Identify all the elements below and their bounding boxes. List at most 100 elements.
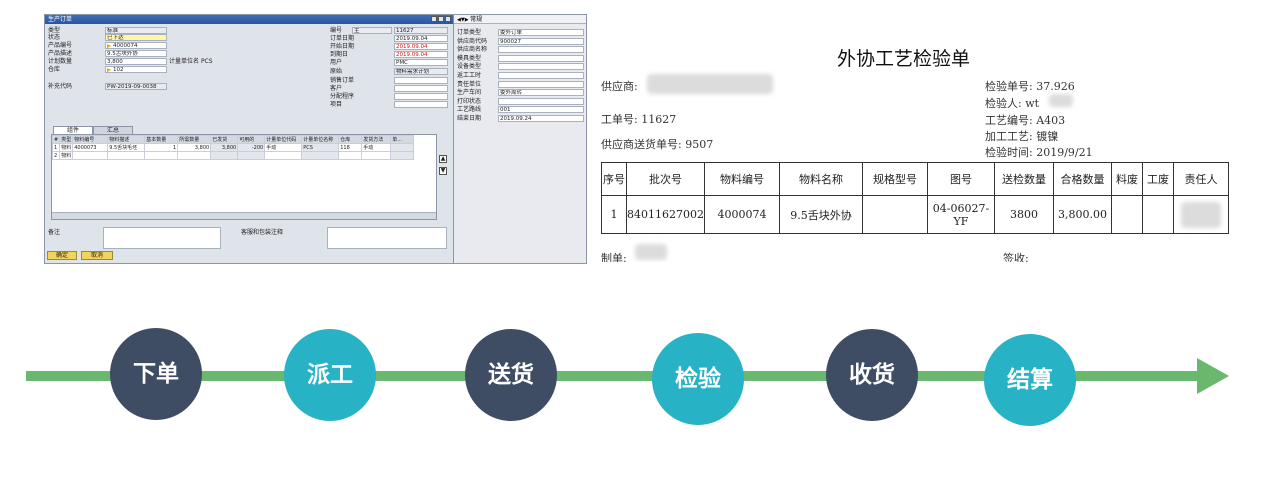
- grid-cell[interactable]: -200: [237, 143, 266, 152]
- side-panel-label: 设备类型: [457, 63, 482, 71]
- side-panel-field[interactable]: [498, 80, 584, 88]
- grid-header[interactable]: 计量单位名称: [301, 135, 340, 144]
- pack-notes-textarea[interactable]: [327, 227, 447, 249]
- grid-cell[interactable]: 手动: [361, 143, 392, 152]
- supplier-redacted: [647, 74, 773, 94]
- grid-cell[interactable]: [177, 151, 212, 160]
- table-row[interactable]: 2 物料: [52, 151, 415, 160]
- customer-field[interactable]: [394, 85, 448, 92]
- project-field[interactable]: [394, 101, 448, 108]
- unit-label: 计量单位名 PCS: [169, 58, 213, 65]
- grid-cell[interactable]: 9.5舌块毛坯: [107, 143, 146, 152]
- minimize-button[interactable]: [431, 16, 437, 22]
- side-panel-field[interactable]: [498, 97, 584, 105]
- side-panel-field[interactable]: 001: [498, 106, 584, 114]
- side-panel-field[interactable]: [498, 72, 584, 79]
- order-date-field[interactable]: 2019.09.04: [394, 35, 448, 42]
- supp-code-field[interactable]: PW-2019-09-0038: [105, 83, 167, 90]
- cancel-button[interactable]: 取消: [81, 251, 113, 260]
- grid-cell[interactable]: 1: [52, 143, 61, 152]
- production-order-window: 生产订单 类型 状态 产品编号 产品描述 计划数量 仓库 补充代码 标准 已下达…: [44, 14, 454, 264]
- grid-header[interactable]: 发货方法: [361, 135, 392, 144]
- grid-cell[interactable]: [338, 151, 363, 160]
- remark-textarea[interactable]: [103, 227, 221, 249]
- grid-cell[interactable]: 3,800: [177, 143, 212, 152]
- grid-header[interactable]: 类型: [59, 135, 74, 144]
- warehouse-field[interactable]: 102: [105, 66, 167, 73]
- grid-cell[interactable]: 手动: [264, 143, 303, 152]
- side-panel-field[interactable]: 委外订单: [498, 29, 584, 36]
- order-no-field[interactable]: 11627: [394, 27, 448, 34]
- grid-cell[interactable]: 118: [338, 143, 363, 152]
- grid-cell[interactable]: [390, 151, 415, 160]
- table-header-cell: 送检数量: [993, 162, 1054, 196]
- warehouse-value: 102: [113, 67, 124, 73]
- step-circle: 收货: [826, 329, 918, 421]
- grid-header[interactable]: 仓库: [338, 135, 363, 144]
- grid-cell[interactable]: [237, 151, 266, 160]
- grid-header[interactable]: 已发货: [210, 135, 239, 144]
- grid-cell[interactable]: 物料: [59, 143, 74, 152]
- step-circle: 检验: [652, 333, 744, 425]
- grid-cell[interactable]: PCS: [301, 143, 340, 152]
- grid-header[interactable]: 可用的: [237, 135, 266, 144]
- grid-header[interactable]: 计量单位代码: [264, 135, 303, 144]
- series-field[interactable]: 主: [352, 27, 392, 34]
- grid-horizontal-scrollbar[interactable]: [52, 212, 436, 219]
- tab-components[interactable]: 组件: [53, 126, 93, 134]
- table-header-cell: 料废: [1110, 162, 1143, 196]
- sales-order-field[interactable]: [394, 77, 448, 84]
- grid-cell[interactable]: 2: [52, 151, 61, 160]
- grid-cell[interactable]: 3,800: [210, 143, 239, 152]
- label-start-date: 开始日期: [330, 43, 355, 50]
- row-down-icon[interactable]: ▼: [439, 167, 447, 175]
- side-panel-field[interactable]: 2019.09.24: [498, 115, 584, 122]
- side-panel-field[interactable]: 委外周转: [498, 89, 584, 97]
- user-dropdown[interactable]: PMC: [394, 59, 448, 66]
- allocation-field[interactable]: [394, 93, 448, 100]
- product-desc-field[interactable]: 9.5舌块外协: [105, 50, 167, 57]
- ok-button[interactable]: 确定: [47, 251, 77, 260]
- grid-header[interactable]: 所需数量: [177, 135, 212, 144]
- due-date-field[interactable]: 2019.09.04: [394, 51, 448, 58]
- status-dropdown[interactable]: 已下达: [105, 34, 167, 41]
- origin-field[interactable]: 物料需求计划: [394, 68, 448, 75]
- planned-qty-field[interactable]: 3,800: [105, 58, 167, 65]
- link-arrow-icon[interactable]: [107, 43, 111, 48]
- grid-cell[interactable]: 4000073: [72, 143, 109, 152]
- link-arrow-icon[interactable]: [107, 67, 111, 72]
- tab-summary[interactable]: 汇总: [93, 126, 133, 134]
- close-button[interactable]: [445, 16, 451, 22]
- grid-header[interactable]: 物料编号: [72, 135, 109, 144]
- type-field[interactable]: 标准: [105, 27, 167, 34]
- grid-cell[interactable]: 1: [144, 143, 179, 152]
- grid-cell[interactable]: [361, 151, 392, 160]
- maximize-button[interactable]: [438, 16, 444, 22]
- grid-cell[interactable]: [210, 151, 239, 160]
- step-circle: 送货: [465, 329, 557, 421]
- grid-cell[interactable]: [390, 143, 415, 152]
- grid-cell[interactable]: [264, 151, 303, 160]
- grid-header[interactable]: 物料描述: [107, 135, 146, 144]
- grid-header[interactable]: #: [52, 135, 61, 144]
- grid-cell[interactable]: [144, 151, 179, 160]
- table-header-cell: 序号: [601, 162, 627, 196]
- side-panel-field[interactable]: [498, 46, 584, 54]
- nav-arrows-icon[interactable]: ◀▼▶: [457, 17, 470, 23]
- pack-label: 客服和包装注释: [241, 229, 284, 236]
- table-row[interactable]: 1 物料 4000073 9.5舌块毛坯 1 3,800 3,800 -200 …: [52, 143, 415, 152]
- grid-cell[interactable]: [72, 151, 109, 160]
- side-panel-field[interactable]: 900027: [498, 37, 584, 45]
- grid-cell[interactable]: [107, 151, 146, 160]
- step-circle: 派工: [284, 329, 376, 421]
- grid-header[interactable]: 单...: [390, 135, 415, 144]
- side-panel-field[interactable]: [498, 54, 584, 62]
- row-up-icon[interactable]: ▲: [439, 155, 447, 163]
- grid-header[interactable]: 基本数量: [144, 135, 179, 144]
- grid-cell[interactable]: 物料: [59, 151, 74, 160]
- start-date-field[interactable]: 2019.09.04: [394, 43, 448, 50]
- grid-cell[interactable]: [301, 151, 340, 160]
- label-status: 状态: [48, 34, 61, 41]
- side-panel-field[interactable]: [498, 63, 584, 71]
- product-no-field[interactable]: 4000074: [105, 42, 167, 49]
